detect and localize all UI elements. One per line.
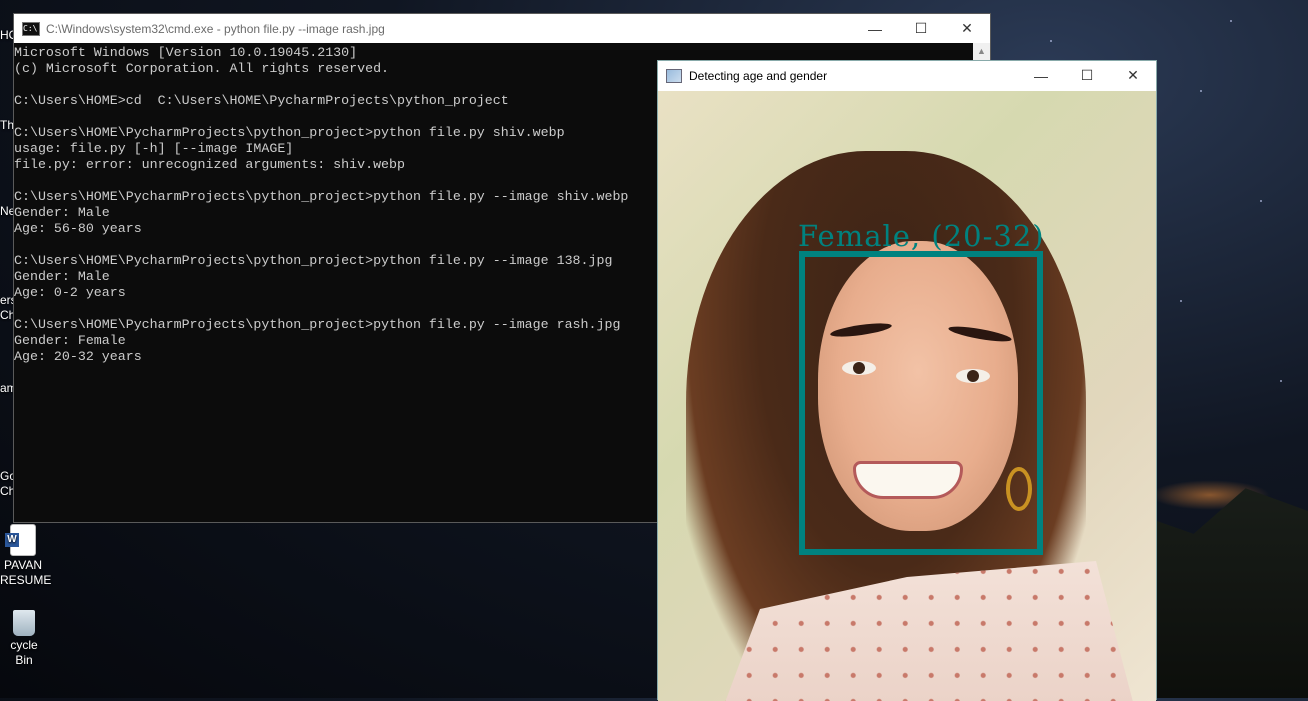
cmd-titlebar[interactable]: C:\ C:\Windows\system32\cmd.exe - python… [14, 14, 990, 43]
desktop-icon-pavan-resume[interactable]: W PAVAN RESUME [0, 524, 52, 588]
minimize-icon: — [1034, 67, 1048, 84]
face-detection-box [799, 251, 1043, 555]
desktop-icon-label: Net [0, 204, 14, 218]
close-icon: ✕ [961, 20, 973, 36]
close-button[interactable]: ✕ [944, 14, 990, 43]
recycle-bin-icon [13, 610, 35, 636]
maximize-button[interactable]: ☐ [1064, 61, 1110, 90]
desktop-icon-label: cycle Bin [10, 638, 38, 667]
desktop-icon-label: Thi [0, 118, 14, 132]
desktop-icon-label: am [0, 381, 14, 395]
maximize-button[interactable]: ☐ [898, 14, 944, 43]
desktop-icon-recycle-bin[interactable]: cycle Bin [0, 610, 48, 668]
close-icon: ✕ [1127, 67, 1139, 83]
maximize-icon: ☐ [914, 20, 928, 36]
desktop-icon-app-partial[interactable]: am [0, 381, 14, 396]
image-window-app-icon [666, 69, 682, 83]
desktop-icon-label: HO [0, 28, 14, 42]
image-window-titlebar[interactable]: Detecting age and gender — ☐ ✕ [658, 61, 1156, 91]
detection-label: Female, (20-32) [798, 219, 1045, 253]
cmd-app-icon: C:\ [22, 21, 40, 36]
desktop-icon-label: ers Chr [0, 293, 14, 322]
image-window-title: Detecting age and gender [689, 69, 828, 83]
desktop-icon-google-chrome[interactable]: Go Chr [0, 469, 14, 499]
minimize-button[interactable]: — [1018, 61, 1064, 90]
minimize-icon: — [868, 20, 882, 37]
desktop-icon-label: Go Chr [0, 469, 14, 498]
result-image: Female, (20-32) [658, 91, 1156, 701]
desktop-icon-this-pc[interactable]: Thi [0, 118, 14, 133]
desktop-icon-this-pc-partial[interactable]: HO [0, 28, 14, 43]
cmd-window-title: C:\Windows\system32\cmd.exe - python fil… [46, 21, 385, 36]
console-line: Microsoft Windows [Version 10.0.19045.21… [14, 45, 358, 60]
desktop-icon-label: PAVAN RESUME [0, 558, 52, 587]
close-button[interactable]: ✕ [1110, 61, 1156, 90]
maximize-icon: ☐ [1080, 67, 1094, 83]
desktop-icon-chrome-partial[interactable]: ers Chr [0, 293, 14, 323]
scroll-up-arrow-icon[interactable]: ▲ [973, 43, 990, 60]
word-document-icon: W [5, 524, 36, 556]
minimize-button[interactable]: — [852, 14, 898, 43]
desktop-icon-network[interactable]: Net [0, 204, 14, 219]
image-window[interactable]: Detecting age and gender — ☐ ✕ Female, (… [657, 60, 1157, 701]
